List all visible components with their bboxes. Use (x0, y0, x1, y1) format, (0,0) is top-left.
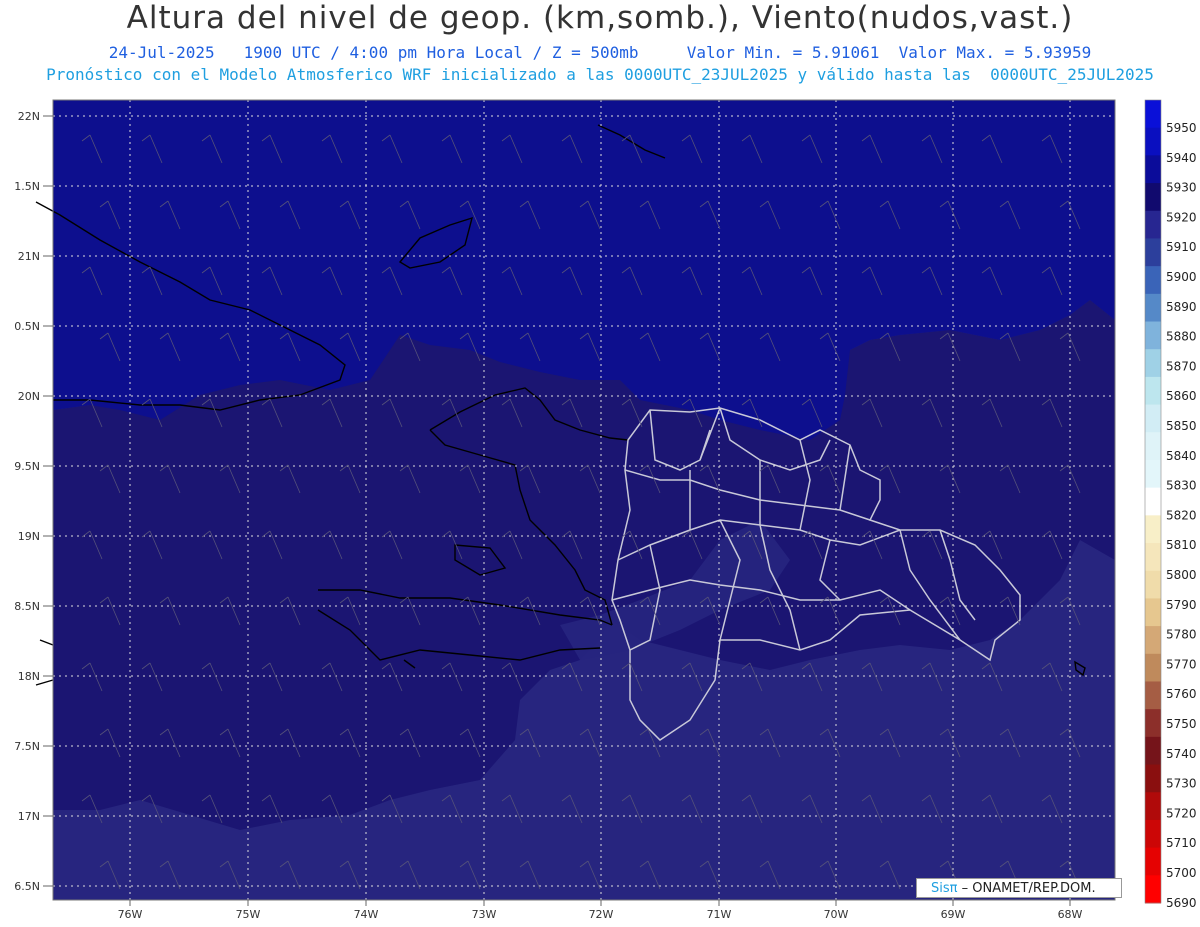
colorbar-label: 5720 (1166, 806, 1197, 820)
colorbar-segment (1145, 210, 1161, 239)
colorbar-label: 5740 (1166, 747, 1197, 761)
lat-label: 7.5N (14, 740, 40, 753)
colorbar-segment (1145, 266, 1161, 295)
colorbar-segment (1145, 792, 1161, 821)
lat-label: 22N (18, 110, 40, 123)
map-figure: 22N 1.5N 21N 0.5N 20N 9.5N 19N 8.5N 18N 7.5N 17N 6.… (14, 99, 1197, 921)
colorbar-label: 5750 (1166, 717, 1197, 731)
lat-label: 21N (18, 250, 40, 263)
colorbar-segment (1145, 376, 1161, 406)
colorbar-segment (1145, 459, 1161, 489)
colorbar-label: 5730 (1166, 777, 1197, 791)
colorbar-segment (1145, 736, 1161, 766)
lon-label: 72W (589, 908, 614, 921)
lat-label: 18N (18, 670, 40, 683)
colorbar-segment (1145, 183, 1161, 212)
lat-label: 0.5N (14, 320, 40, 333)
colorbar-segment (1145, 819, 1161, 849)
colorbar-label: 5710 (1166, 836, 1197, 850)
colorbar-label: 5920 (1166, 210, 1197, 224)
credit-box: Sisπ – ONAMET/REP.DOM. (916, 878, 1122, 898)
sispi-logo: Sisπ (931, 881, 958, 896)
lon-label: 76W (118, 908, 143, 921)
colorbar-segment (1145, 349, 1161, 378)
colorbar-segment (1145, 709, 1161, 738)
lon-label: 73W (472, 908, 497, 921)
colorbar-segment (1145, 875, 1161, 904)
colorbar-segment (1145, 155, 1161, 184)
lat-label: 17N (18, 810, 40, 823)
colorbar-segment (1145, 100, 1161, 129)
colorbar-label: 5890 (1166, 300, 1197, 314)
lon-label: 70W (824, 908, 849, 921)
colorbar-segment (1145, 626, 1161, 655)
colorbar-label: 5900 (1166, 270, 1197, 284)
lat-label: 9.5N (14, 460, 40, 473)
colorbar-label: 5940 (1166, 151, 1197, 165)
colorbar-segment (1145, 653, 1161, 682)
colorbar-segment (1145, 847, 1161, 876)
colorbar-segment (1145, 570, 1161, 599)
colorbar-segment (1145, 293, 1161, 323)
colorbar-label: 5840 (1166, 449, 1197, 463)
lat-label: 6.5N (14, 880, 40, 893)
colorbar-segment (1145, 321, 1161, 350)
colorbar-label: 5870 (1166, 359, 1197, 373)
colorbar-label: 5690 (1166, 896, 1197, 910)
colorbar-label: 5880 (1166, 330, 1197, 344)
lon-label: 71W (707, 908, 732, 921)
lon-label: 69W (941, 908, 966, 921)
lat-label: 19N (18, 530, 40, 543)
colorbar-label: 5780 (1166, 628, 1197, 642)
lat-label: 1.5N (14, 180, 40, 193)
colorbar-label: 5820 (1166, 508, 1197, 522)
colorbar-label: 5850 (1166, 419, 1197, 433)
colorbar-label: 5910 (1166, 240, 1197, 254)
map-plot-area (53, 100, 1115, 900)
colorbar-segment (1145, 515, 1161, 544)
colorbar-segment (1145, 238, 1161, 267)
latitude-labels: 22N 1.5N 21N 0.5N 20N 9.5N 19N 8.5N 18N 7.5N 17N 6.… (14, 110, 53, 893)
lat-label: 8.5N (14, 600, 40, 613)
colorbar-segment (1145, 764, 1161, 793)
colorbar-label: 5950 (1166, 121, 1197, 135)
lon-label: 75W (236, 908, 261, 921)
colorbar-label: 5800 (1166, 568, 1197, 582)
colorbar-label: 5790 (1166, 598, 1197, 612)
colorbar-segment (1145, 432, 1161, 461)
lat-label: 20N (18, 390, 40, 403)
colorbar-segment (1145, 487, 1161, 516)
longitude-labels: 76W 75W 74W 73W 72W 71W 70W 69W 68W (118, 900, 1083, 921)
colorbar-label: 5810 (1166, 538, 1197, 552)
colorbar-label: 5860 (1166, 389, 1197, 403)
colorbar-segment (1145, 681, 1161, 710)
colorbar-segment (1145, 127, 1161, 156)
colorbar-label: 5700 (1166, 866, 1197, 880)
credit-text: – ONAMET/REP.DOM. (957, 881, 1096, 896)
colorbar-label: 5830 (1166, 479, 1197, 493)
colorbar-segment (1145, 543, 1161, 572)
colorbar-label: 5930 (1166, 181, 1197, 195)
colorbar-segment (1145, 598, 1161, 627)
lon-label: 68W (1058, 908, 1083, 921)
colorbar: 5950 5940 5930 5920 5910 5900 5890 5880 5870 5860… (1144, 99, 1197, 910)
lon-label: 74W (354, 908, 379, 921)
colorbar-segment (1145, 404, 1161, 433)
colorbar-label: 5770 (1166, 657, 1197, 671)
colorbar-label: 5760 (1166, 687, 1197, 701)
